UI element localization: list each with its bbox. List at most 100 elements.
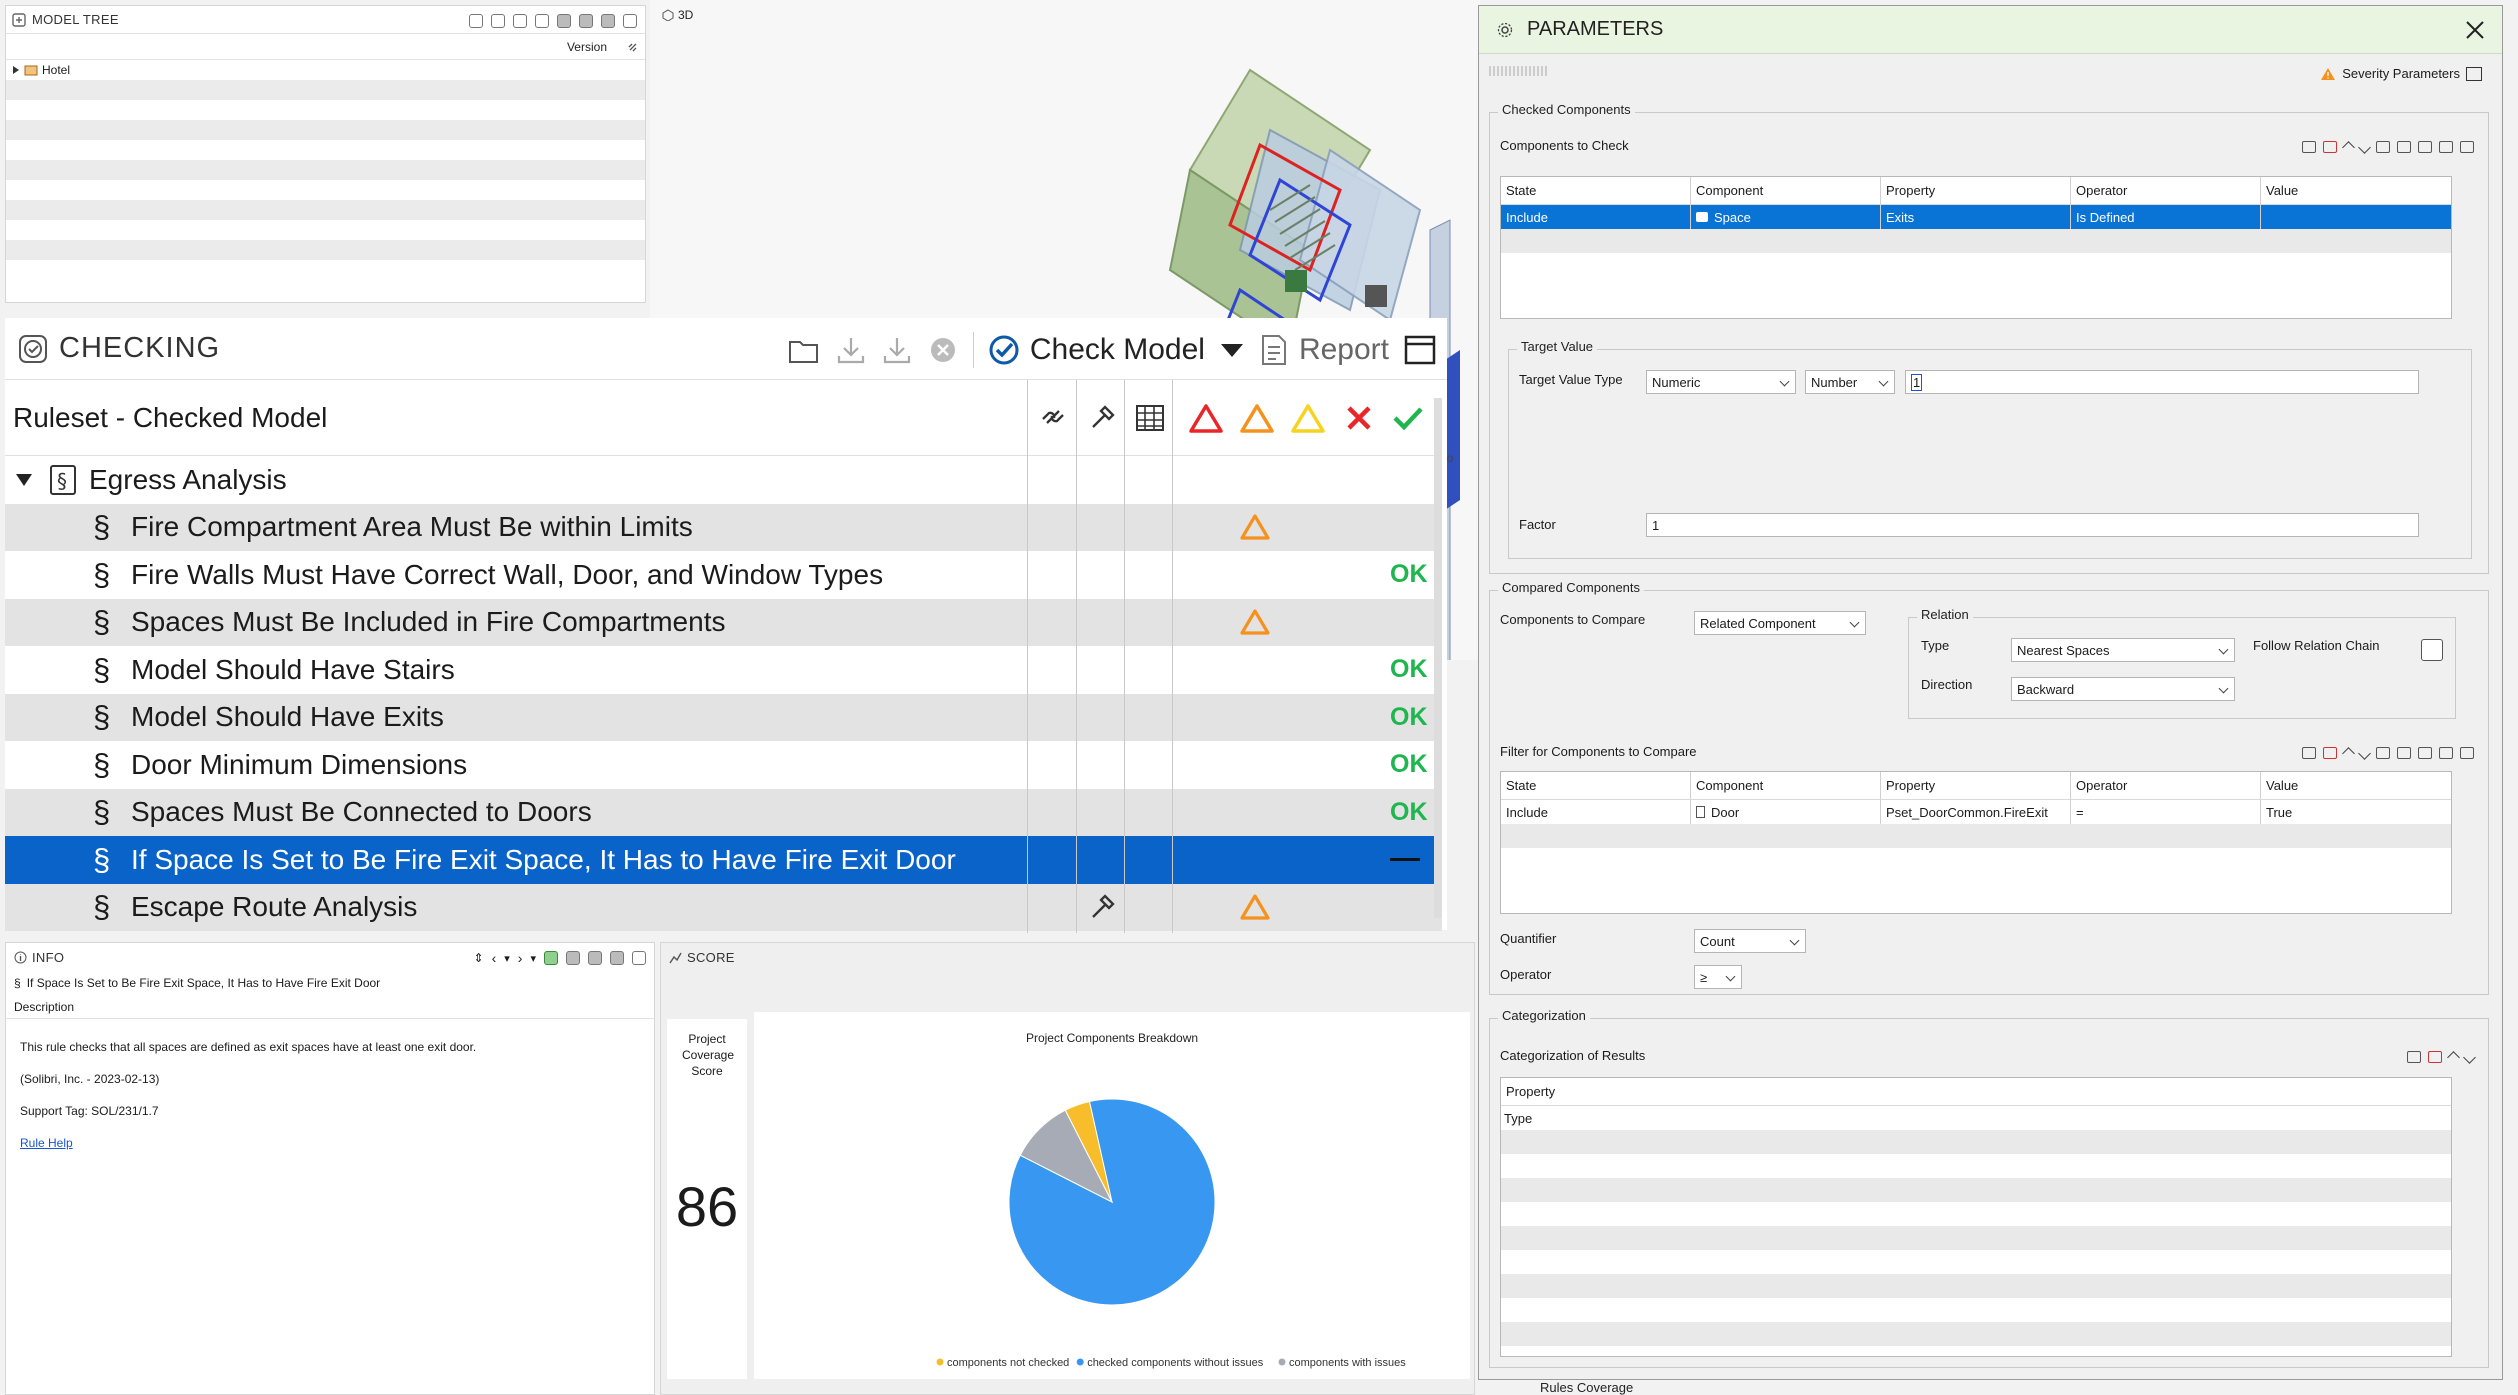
remove-row-icon[interactable]: [2323, 141, 2337, 153]
back-dropdown-icon[interactable]: ▾: [504, 952, 510, 965]
open-icon[interactable]: [2376, 747, 2390, 759]
tree-view-icon[interactable]: [469, 14, 483, 28]
expand-arrow-icon[interactable]: [12, 66, 20, 74]
moderate-issue-icon[interactable]: [1239, 513, 1271, 541]
cell-operator[interactable]: Is Defined: [2071, 205, 2261, 229]
rule-row[interactable]: § If Space Is Set to Be Fire Exit Space, …: [5, 836, 1442, 884]
add-row-icon[interactable]: [2407, 1051, 2421, 1063]
move-down-icon[interactable]: [2358, 140, 2371, 154]
target-unit-select[interactable]: Number: [1805, 370, 1895, 394]
move-up-icon[interactable]: [2447, 1050, 2460, 1064]
rules-coverage-label[interactable]: Rules Coverage: [1540, 1380, 1633, 1395]
target-value-input[interactable]: 1: [1905, 370, 2419, 394]
remove-row-icon[interactable]: [2428, 1051, 2442, 1063]
checking-scrollbar[interactable]: [1434, 398, 1442, 918]
maximize-icon[interactable]: [632, 951, 646, 965]
rule-row[interactable]: § Fire Walls Must Have Correct Wall, Door…: [5, 551, 1442, 599]
remove-row-icon[interactable]: [2323, 747, 2337, 759]
moderate-issue-icon[interactable]: [1239, 608, 1271, 636]
rule-help-link[interactable]: Rule Help: [20, 1127, 640, 1159]
sync-icon[interactable]: [544, 951, 558, 965]
forward-icon[interactable]: ›: [518, 950, 523, 966]
check-dropdown-icon[interactable]: [1219, 340, 1245, 360]
rule-row[interactable]: § Door Minimum Dimensions OK: [5, 741, 1442, 789]
table-row[interactable]: Type: [1501, 1106, 2451, 1130]
cell-component[interactable]: Space: [1691, 205, 1881, 229]
rule-row[interactable]: § Model Should Have Exits OK: [5, 693, 1442, 741]
tree-item-hotel[interactable]: Hotel: [6, 60, 645, 80]
operator-select[interactable]: ≥: [1694, 965, 1742, 989]
paste-icon[interactable]: [2439, 747, 2453, 759]
cell-property[interactable]: Pset_DoorCommon.FireExit: [1881, 800, 2071, 824]
table-row[interactable]: Include Space Exits Is Defined: [1501, 205, 2451, 229]
group-view-icon[interactable]: [513, 14, 527, 28]
rule-row[interactable]: § Escape Route Analysis: [5, 883, 1442, 931]
add-row-icon[interactable]: [2302, 141, 2316, 153]
link-icon[interactable]: [627, 41, 639, 53]
cell-value[interactable]: [2261, 205, 2451, 229]
cell-operator[interactable]: =: [2071, 800, 2261, 824]
quantifier-select[interactable]: Count: [1694, 929, 1806, 953]
rule-row[interactable]: § Spaces Must Be Included in Fire Compart…: [5, 598, 1442, 646]
collapse-arrow-icon[interactable]: [15, 472, 33, 488]
rejected-icon[interactable]: [1343, 402, 1375, 434]
clear-icon[interactable]: [2460, 141, 2474, 153]
minimize-icon[interactable]: [566, 951, 580, 965]
maximize-icon[interactable]: [623, 14, 637, 28]
cell-value[interactable]: True: [2261, 800, 2451, 824]
forward-dropdown-icon[interactable]: ▾: [530, 952, 536, 965]
filter-view-icon[interactable]: [535, 14, 549, 28]
save-as-icon[interactable]: [881, 334, 913, 366]
wrench-icon[interactable]: [1086, 891, 1118, 923]
minimize-icon[interactable]: [557, 14, 571, 28]
direction-select[interactable]: Backward: [2011, 677, 2235, 701]
severity-parameters-button[interactable]: Severity Parameters: [2320, 66, 2482, 81]
approved-icon[interactable]: [1391, 402, 1425, 434]
target-value-type-select[interactable]: Numeric: [1646, 370, 1796, 394]
drag-handle[interactable]: [1489, 66, 1549, 76]
move-up-icon[interactable]: [2342, 140, 2355, 154]
layer-view-icon[interactable]: [491, 14, 505, 28]
rule-row[interactable]: § Model Should Have Stairs OK: [5, 646, 1442, 694]
save-icon[interactable]: [2397, 747, 2411, 759]
pin-icon[interactable]: [610, 951, 624, 965]
table-column-icon[interactable]: [1133, 401, 1167, 435]
open-icon[interactable]: [2376, 141, 2390, 153]
wrench-column-icon[interactable]: [1085, 401, 1119, 435]
close-icon[interactable]: [2464, 19, 2486, 41]
pin-icon[interactable]: [601, 14, 615, 28]
restore-icon[interactable]: [588, 951, 602, 965]
cell-state[interactable]: Include: [1501, 205, 1691, 229]
ruleset-row[interactable]: § Egress Analysis: [5, 456, 1442, 504]
clear-icon[interactable]: [2460, 747, 2474, 759]
low-severity-icon[interactable]: [1290, 402, 1326, 434]
paste-icon[interactable]: [2439, 141, 2453, 153]
report-button[interactable]: Report: [1259, 333, 1389, 367]
table-row[interactable]: Include Door Pset_DoorCommon.FireExit = …: [1501, 800, 2451, 824]
copy-icon[interactable]: [2418, 141, 2432, 153]
move-down-icon[interactable]: [2358, 746, 2371, 760]
add-row-icon[interactable]: [2302, 747, 2316, 759]
rule-row[interactable]: § Fire Compartment Area Must Be within Li…: [5, 503, 1442, 551]
factor-input[interactable]: 1: [1646, 513, 2419, 537]
version-column-label[interactable]: Version: [567, 40, 607, 54]
rule-row[interactable]: § Spaces Must Be Connected to Doors OK: [5, 788, 1442, 836]
back-icon[interactable]: ‹: [492, 950, 497, 966]
sort-icon[interactable]: ⇕: [474, 951, 484, 965]
moderate-severity-icon[interactable]: [1239, 402, 1275, 434]
link-column-icon[interactable]: [1037, 401, 1071, 435]
open-folder-icon[interactable]: [787, 334, 821, 366]
maximize-panel-icon[interactable]: [1403, 334, 1437, 366]
cell-property[interactable]: Exits: [1881, 205, 2071, 229]
relation-type-select[interactable]: Nearest Spaces: [2011, 638, 2235, 662]
check-model-button[interactable]: Check Model: [988, 333, 1205, 367]
components-to-compare-select[interactable]: Related Component: [1694, 611, 1866, 635]
cell-state[interactable]: Include: [1501, 800, 1691, 824]
follow-relation-chain-checkbox[interactable]: [2421, 639, 2443, 661]
move-down-icon[interactable]: [2463, 1050, 2476, 1064]
description-tab[interactable]: Description: [6, 995, 654, 1019]
copy-icon[interactable]: [2418, 747, 2432, 759]
restore-icon[interactable]: [579, 14, 593, 28]
close-ruleset-icon[interactable]: [927, 334, 959, 366]
critical-severity-icon[interactable]: [1188, 402, 1224, 434]
